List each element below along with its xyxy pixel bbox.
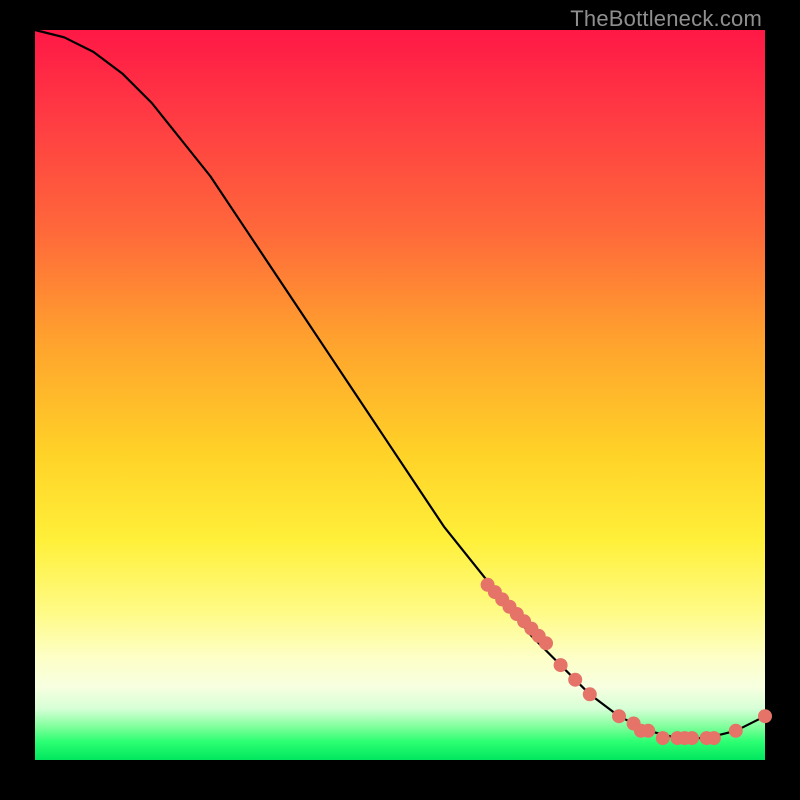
data-point xyxy=(568,673,582,687)
chart-svg xyxy=(35,30,765,760)
data-point xyxy=(554,658,568,672)
data-point xyxy=(685,731,699,745)
data-point xyxy=(583,687,597,701)
plot-area xyxy=(35,30,765,760)
data-point xyxy=(641,724,655,738)
data-point xyxy=(707,731,721,745)
data-point xyxy=(729,724,743,738)
data-point xyxy=(612,709,626,723)
bottleneck-curve xyxy=(35,30,765,738)
data-point xyxy=(656,731,670,745)
data-point xyxy=(539,636,553,650)
chart-frame: TheBottleneck.com xyxy=(0,0,800,800)
watermark-text: TheBottleneck.com xyxy=(570,6,762,32)
data-point xyxy=(758,709,772,723)
